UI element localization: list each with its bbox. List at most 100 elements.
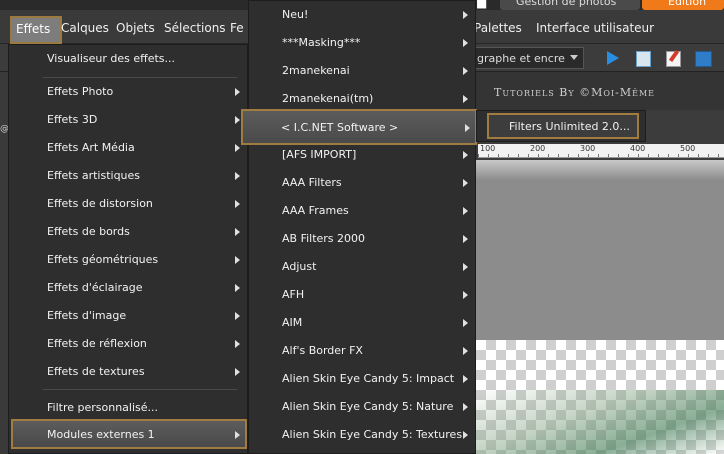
menu-item-plugin[interactable]: ***Masking*** xyxy=(249,29,475,57)
menu-item-label: AAA Frames xyxy=(282,204,349,217)
preset-combo[interactable]: graphe et encre xyxy=(472,47,584,69)
play-icon[interactable] xyxy=(602,48,624,68)
menu-fenetre[interactable]: Fe xyxy=(230,21,244,35)
chevron-right-icon xyxy=(463,95,468,103)
edit-icon[interactable] xyxy=(662,48,684,68)
modules-externes-menu: Neu! ***Masking*** 2manekenai 2manekenai… xyxy=(241,0,477,454)
menu-item-effets-textures[interactable]: Effets de textures xyxy=(9,358,247,386)
chevron-right-icon xyxy=(463,151,468,159)
menu-item-label: Effets Art Média xyxy=(47,141,135,154)
window-icon[interactable] xyxy=(692,48,714,68)
chevron-right-icon xyxy=(235,368,240,376)
menu-item-label: Effets de réflexion xyxy=(47,337,147,350)
menu-item-plugin[interactable]: Neu! xyxy=(249,1,475,29)
chevron-right-icon xyxy=(235,431,240,439)
menu-item-effets-reflexion[interactable]: Effets de réflexion xyxy=(9,330,247,358)
menu-item-plugin[interactable]: AAA Frames xyxy=(249,197,475,225)
menu-item-label: Alien Skin Eye Candy 5: Nature xyxy=(282,400,454,413)
menu-item-label: Filtre personnalisé... xyxy=(47,401,159,414)
menu-item-plugin[interactable]: 2manekenai xyxy=(249,57,475,85)
menu-item-plugin[interactable]: AB Filters 2000 xyxy=(249,225,475,253)
menu-selections[interactable]: Sélections xyxy=(164,21,226,35)
chevron-right-icon xyxy=(463,319,468,327)
menu-item-visualiseur[interactable]: Visualiseur des effets... xyxy=(9,45,247,73)
menu-item-effets-image[interactable]: Effets d'image xyxy=(9,302,247,330)
menu-item-filtre-personnalise[interactable]: Filtre personnalisé... xyxy=(9,394,247,422)
menu-item-plugin[interactable]: Adjust xyxy=(249,253,475,281)
tab-gestion-photos[interactable]: Gestion de photos xyxy=(500,0,640,10)
chevron-right-icon xyxy=(235,116,240,124)
menu-item-label: AFH xyxy=(282,288,305,301)
menu-item-label: Effets de bords xyxy=(47,225,130,238)
menu-item-label: Visualiseur des effets... xyxy=(47,52,176,65)
chevron-right-icon xyxy=(463,39,468,47)
chevron-right-icon xyxy=(235,284,240,292)
menu-item-plugin[interactable]: Alf's Border FX xyxy=(249,337,475,365)
chevron-right-icon xyxy=(235,256,240,264)
canvas-background xyxy=(476,160,724,340)
menu-item-effets-photo[interactable]: Effets Photo xyxy=(9,78,247,106)
chevron-down-icon xyxy=(570,55,578,60)
menu-item-plugin[interactable]: AIM xyxy=(249,309,475,337)
menu-item-plugin[interactable]: [AFS IMPORT] xyxy=(249,141,475,169)
menu-item-label: Adjust xyxy=(282,260,317,273)
effets-menu: Visualiseur des effets... Effets Photo E… xyxy=(8,44,248,454)
menu-item-effets-bords[interactable]: Effets de bords xyxy=(9,218,247,246)
menu-item-label: AAA Filters xyxy=(282,176,342,189)
menu-item-effets-geometriques[interactable]: Effets géométriques xyxy=(9,246,247,274)
menu-item-label: < I.C.NET Software > xyxy=(281,121,399,134)
menu-item-label: Effets Photo xyxy=(47,85,114,98)
copy-icon[interactable] xyxy=(632,48,654,68)
canvas-shadow xyxy=(476,160,724,180)
menu-objets[interactable]: Objets xyxy=(116,21,155,35)
menu-item-plugin[interactable]: AFH xyxy=(249,281,475,309)
menu-item-effets-eclairage[interactable]: Effets d'éclairage xyxy=(9,274,247,302)
menu-item-effets-art-media[interactable]: Effets Art Média xyxy=(9,134,247,162)
chevron-right-icon xyxy=(235,228,240,236)
chevron-right-icon xyxy=(235,88,240,96)
chevron-right-icon xyxy=(235,340,240,348)
menu-item-label: Effets 3D xyxy=(47,113,98,126)
chevron-right-icon xyxy=(463,11,468,19)
menu-calques[interactable]: Calques xyxy=(61,21,109,35)
chevron-right-icon xyxy=(235,312,240,320)
menu-interface-utilisateur[interactable]: Interface utilisateur xyxy=(536,21,654,35)
menu-item-label: Effets d'éclairage xyxy=(47,281,143,294)
menu-item-label: Alf's Border FX xyxy=(282,344,363,357)
menu-item-effets-3d[interactable]: Effets 3D xyxy=(9,106,247,134)
chevron-right-icon xyxy=(463,347,468,355)
menu-item-label: Alien Skin Eye Candy 5: Impact xyxy=(282,372,455,385)
menu-effets[interactable]: Effets xyxy=(10,16,62,44)
home-icon[interactable]: ■ xyxy=(476,0,488,10)
document-title: Tutoriels By ©Moi-Même xyxy=(494,86,655,99)
menu-item-label: Effets d'image xyxy=(47,309,127,322)
menu-item-plugin[interactable]: Alien Skin Eye Candy 5: Nature xyxy=(249,393,475,421)
menu-item-effets-distorsion[interactable]: Effets de distorsion xyxy=(9,190,247,218)
chevron-right-icon xyxy=(463,179,468,187)
menu-item-label: Modules externes 1 xyxy=(47,428,155,441)
ruler-tick: 500 xyxy=(680,144,696,153)
tab-edition[interactable]: Édition xyxy=(642,0,724,10)
chevron-right-icon xyxy=(235,172,240,180)
menu-item-label: Effets géométriques xyxy=(47,253,159,266)
document-titlebar: Tutoriels By ©Moi-Même xyxy=(470,72,724,110)
menu-item-icnet-software[interactable]: < I.C.NET Software > xyxy=(241,109,477,145)
menu-item-plugin[interactable]: Alien Skin Eye Candy 5: Impact xyxy=(249,365,475,393)
chevron-right-icon xyxy=(463,375,468,383)
ruler-tick: 100 xyxy=(480,144,496,153)
menu-item-plugin[interactable]: AAA Filters xyxy=(249,169,475,197)
menu-item-plugin[interactable]: Alien Skin Eye Candy 5: Textures xyxy=(249,421,475,449)
menu-item-label: Filters Unlimited 2.0... xyxy=(509,120,630,133)
chevron-right-icon xyxy=(235,144,240,152)
menu-item-label: AB Filters 2000 xyxy=(282,232,366,245)
menu-item-modules-externes[interactable]: Modules externes 1 xyxy=(11,419,247,449)
ruler-tick: 400 xyxy=(630,144,646,153)
menu-item-filters-unlimited[interactable]: Filters Unlimited 2.0... xyxy=(487,113,639,139)
menu-separator xyxy=(43,389,237,390)
menu-item-label: Effets artistiques xyxy=(47,169,141,182)
menu-palettes[interactable]: Palettes xyxy=(474,21,522,35)
chevron-right-icon xyxy=(465,124,470,132)
menu-item-effets-artistiques[interactable]: Effets artistiques xyxy=(9,162,247,190)
image-content xyxy=(476,390,724,454)
chevron-right-icon xyxy=(463,67,468,75)
